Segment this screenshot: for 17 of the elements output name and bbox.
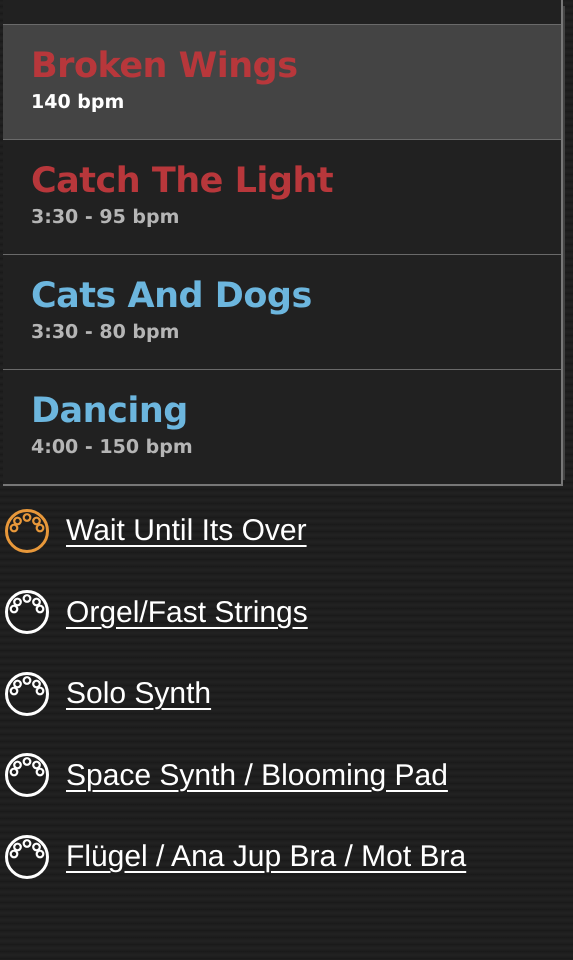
song-detail: 3:30 - 80 bpm [31, 320, 180, 342]
patch-link[interactable]: Space Synth / Blooming Pad [66, 752, 448, 798]
song-row[interactable]: Cats And Dogs 3:30 - 80 bpm [3, 254, 561, 369]
song-row[interactable]: Broken Wings 140 bpm [3, 24, 561, 139]
song-title: Catch The Light [31, 162, 334, 200]
song-detail: 3:30 - 95 bpm [31, 206, 180, 228]
patch-link[interactable]: Orgel/Fast Strings [66, 590, 308, 635]
song-title: Dancing [31, 392, 188, 430]
patch-link[interactable]: Wait Until Its Over [66, 508, 307, 554]
patch-link[interactable]: Solo Synth [66, 671, 212, 716]
song-title: Cats And Dogs [31, 277, 312, 316]
patch-link[interactable]: Flügel / Ana Jup Bra / Mot Bra [66, 834, 466, 880]
song-detail: 140 bpm [31, 90, 124, 112]
song-row[interactable]: Dancing 4:00 - 150 bpm [3, 369, 561, 484]
song-detail: 4:00 - 150 bpm [31, 436, 193, 458]
song-row[interactable]: Catch The Light 3:30 - 95 bpm [3, 139, 561, 254]
song-title: Broken Wings [31, 47, 298, 86]
